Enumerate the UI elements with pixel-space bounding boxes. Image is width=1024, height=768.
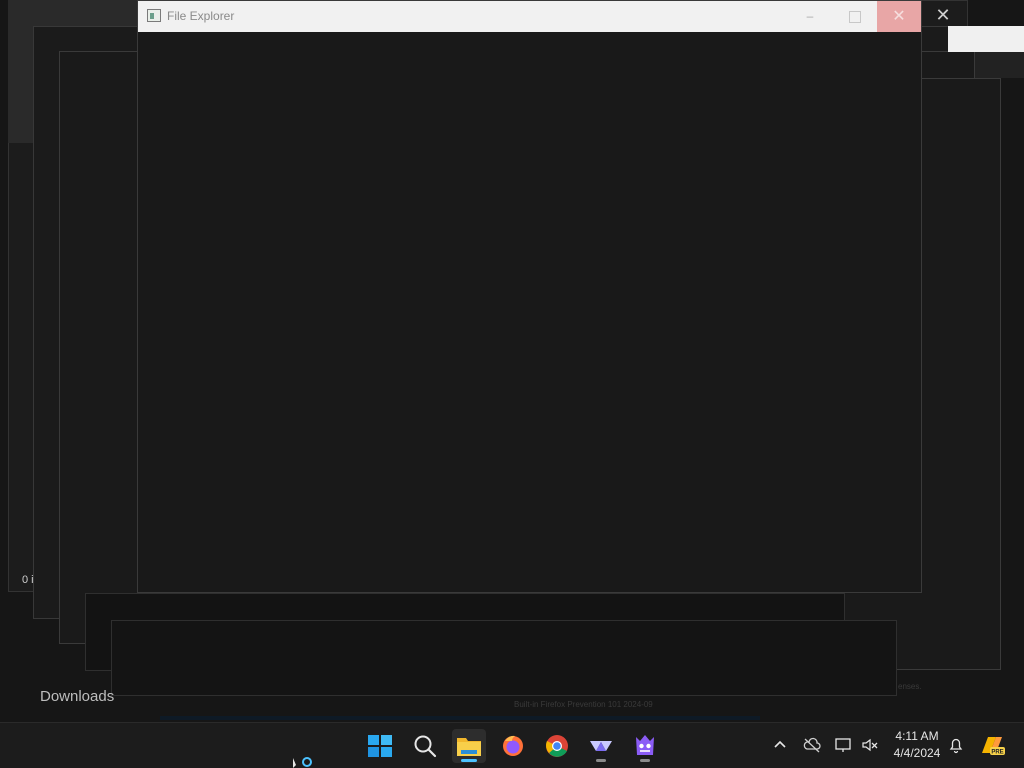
firefox-button[interactable] xyxy=(496,729,530,763)
active-indicator xyxy=(461,759,477,762)
svg-text:PRE: PRE xyxy=(991,749,1003,755)
network-icon[interactable] xyxy=(833,733,853,757)
faint-text-right: enses. xyxy=(898,682,922,691)
triangle-app-icon xyxy=(590,741,612,751)
mouse-cursor-icon xyxy=(293,757,312,768)
chevron-up-icon[interactable] xyxy=(770,733,790,757)
background-close-icon[interactable]: ✕ xyxy=(932,4,954,26)
minimize-button[interactable]: – xyxy=(788,1,832,32)
chrome-icon xyxy=(546,735,568,757)
folder-icon xyxy=(457,738,481,756)
windows-logo-icon xyxy=(368,735,392,757)
clock-date: 4/4/2024 xyxy=(893,746,941,760)
app-button[interactable] xyxy=(584,729,618,763)
running-indicator xyxy=(640,759,650,762)
notification-bell-icon[interactable] xyxy=(946,733,966,757)
background-window xyxy=(111,620,897,696)
window-title: File Explorer xyxy=(167,9,235,23)
volume-muted-icon[interactable] xyxy=(860,733,880,757)
title-bar[interactable]: File Explorer – ✕ xyxy=(138,1,921,32)
downloads-label[interactable]: Downloads xyxy=(40,688,114,705)
firefox-icon xyxy=(503,735,523,756)
app-window-icon xyxy=(147,9,161,22)
window-content xyxy=(138,32,921,592)
clock-time: 4:11 AM xyxy=(895,729,939,743)
white-window-fragment xyxy=(948,26,1024,52)
status-bar-item-count: 0 i xyxy=(22,574,34,586)
taskbar: 4:11 AM 4/4/2024 PRE xyxy=(0,722,1024,768)
file-explorer-window[interactable]: File Explorer – ✕ xyxy=(137,0,922,593)
maximize-button[interactable] xyxy=(832,1,876,32)
tray-clock[interactable]: 4:11 AM 4/4/2024 xyxy=(886,728,948,762)
file-explorer-button[interactable] xyxy=(452,729,486,763)
cloud-offline-icon[interactable] xyxy=(802,733,822,757)
game-app-button[interactable] xyxy=(628,729,662,763)
chrome-button[interactable] xyxy=(540,729,574,763)
monster-app-icon xyxy=(636,735,654,755)
copilot-pre-icon[interactable]: PRE xyxy=(978,731,1006,759)
search-button[interactable] xyxy=(408,729,442,763)
close-button[interactable]: ✕ xyxy=(877,1,921,32)
faint-text-bottom: Built-in Firefox Prevention 101 2024-09 xyxy=(514,700,653,709)
start-button[interactable] xyxy=(363,729,397,763)
blue-highlight xyxy=(160,716,760,720)
search-icon xyxy=(414,735,437,758)
background-window-edge xyxy=(975,52,1024,78)
running-indicator xyxy=(596,759,606,762)
